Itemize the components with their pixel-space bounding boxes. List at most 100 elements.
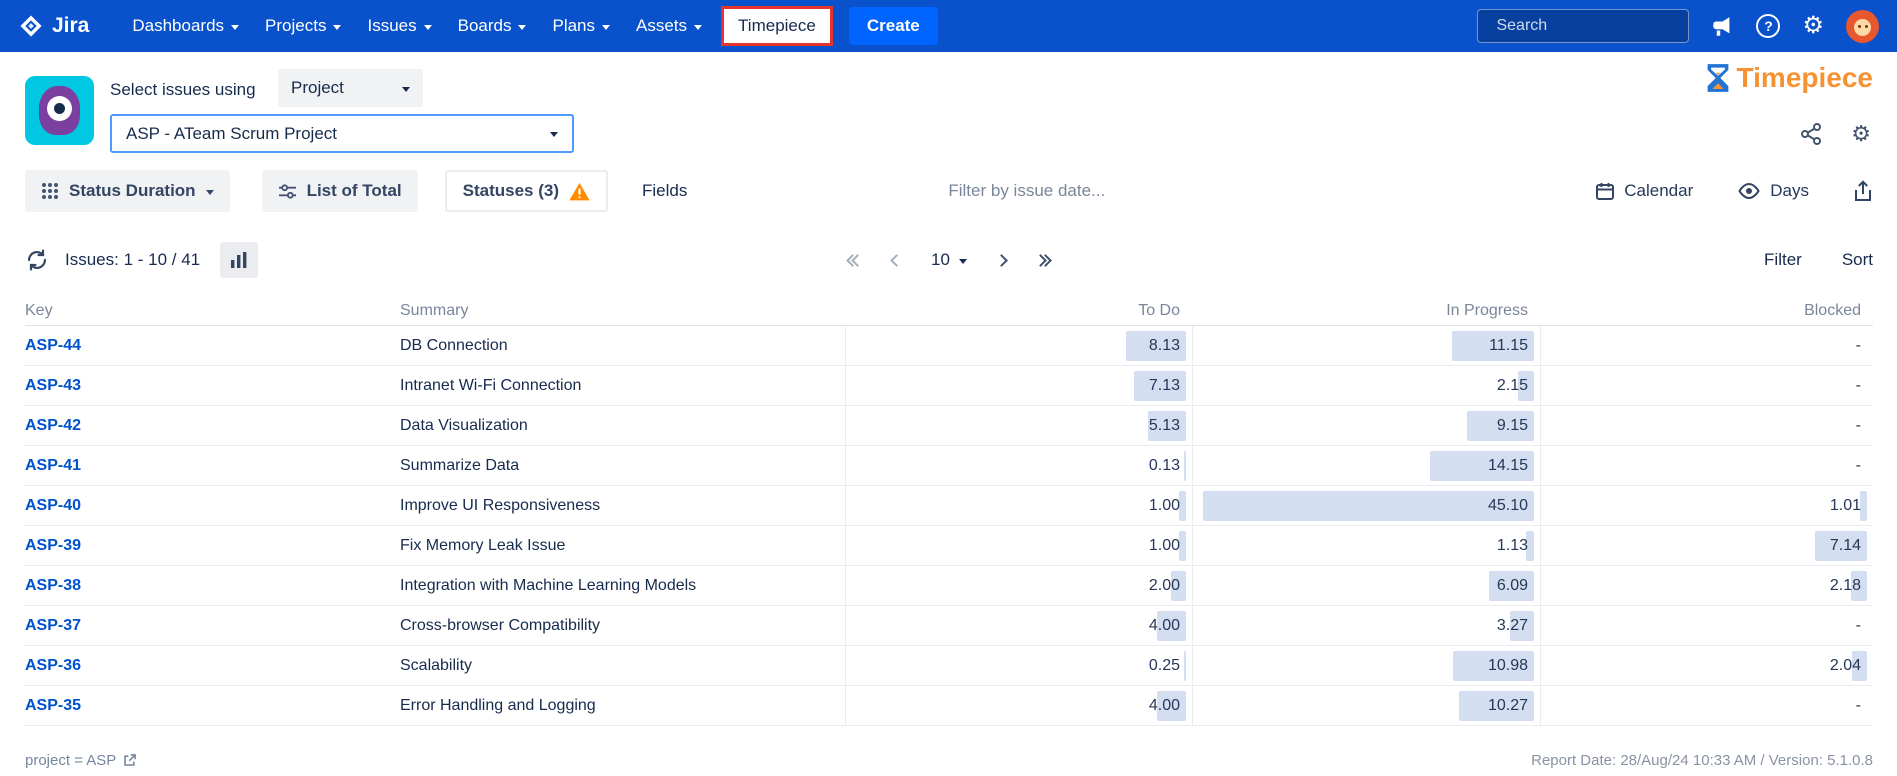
announcement-icon[interactable] <box>1711 15 1734 38</box>
duration-value: 7.14 <box>1830 537 1861 555</box>
calendar-icon <box>1595 181 1615 201</box>
jira-logo[interactable]: Jira <box>18 13 89 39</box>
nav-item-assets[interactable]: Assets <box>623 0 715 52</box>
duration-value: 1.00 <box>1149 497 1180 515</box>
table-row: ASP-38 Integration with Machine Learning… <box>25 566 1873 606</box>
issue-key-link[interactable]: ASP-40 <box>25 497 400 515</box>
blocked-duration-cell: - <box>1540 446 1873 485</box>
external-link-icon <box>122 753 137 768</box>
previous-page-button[interactable] <box>892 256 901 265</box>
issue-key-link[interactable]: ASP-39 <box>25 537 400 555</box>
first-page-button[interactable] <box>848 256 862 265</box>
issue-key-link[interactable]: ASP-43 <box>25 377 400 395</box>
help-icon[interactable]: ? <box>1756 14 1780 38</box>
duration-value: 5.13 <box>1149 417 1180 435</box>
global-search[interactable] <box>1477 9 1689 43</box>
statuses-button[interactable]: Statuses (3) <box>445 170 608 212</box>
table-row: ASP-44 DB Connection 8.13 11.15 - <box>25 326 1873 366</box>
settings-gear-icon[interactable]: ⚙ <box>1802 14 1824 38</box>
duration-value: 4.00 <box>1149 697 1180 715</box>
page-size-value: 10 <box>931 250 950 270</box>
in-progress-duration-cell: 11.15 <box>1192 326 1540 365</box>
search-input[interactable] <box>1496 17 1703 35</box>
blocked-duration-cell: - <box>1540 606 1873 645</box>
issue-key-link[interactable]: ASP-42 <box>25 417 400 435</box>
days-toggle-button[interactable]: Days <box>1737 181 1809 201</box>
duration-value: 10.98 <box>1488 657 1528 675</box>
todo-duration-cell: 1.00 <box>845 526 1192 565</box>
user-avatar[interactable] <box>1846 10 1879 43</box>
calendar-button[interactable]: Calendar <box>1595 181 1693 201</box>
duration-value: 9.15 <box>1497 417 1528 435</box>
issue-key-link[interactable]: ASP-36 <box>25 657 400 675</box>
duration-value: 1.01 <box>1830 497 1861 515</box>
duration-bar <box>1179 491 1186 521</box>
nav-item-plans[interactable]: Plans <box>539 0 623 52</box>
report-date-version: Report Date: 28/Aug/24 10:33 AM / Versio… <box>1531 752 1873 769</box>
issue-key-link[interactable]: ASP-44 <box>25 337 400 355</box>
pagination-row: Issues: 1 - 10 / 41 10 Filter Sort <box>25 240 1873 280</box>
share-icon[interactable] <box>1799 122 1823 146</box>
timepiece-logo: Timepiece <box>1704 62 1873 94</box>
chevron-down-icon <box>602 25 610 30</box>
issue-key-link[interactable]: ASP-37 <box>25 617 400 635</box>
duration-bar <box>1179 531 1186 561</box>
duration-value: 14.15 <box>1488 457 1528 475</box>
duration-value: 1.13 <box>1497 537 1528 555</box>
export-button[interactable] <box>1853 180 1873 202</box>
todo-duration-cell: 8.13 <box>845 326 1192 365</box>
in-progress-duration-cell: 45.10 <box>1192 486 1540 525</box>
todo-duration-cell: 5.13 <box>845 406 1192 445</box>
issue-key-link[interactable]: ASP-41 <box>25 457 400 475</box>
nav-item-issues[interactable]: Issues <box>354 0 444 52</box>
issue-summary: Cross-browser Compatibility <box>400 617 845 635</box>
list-of-total-button[interactable]: List of Total <box>262 170 418 212</box>
list-of-total-label: List of Total <box>307 181 402 201</box>
todo-duration-cell: 0.25 <box>845 646 1192 685</box>
issue-key-link[interactable]: ASP-35 <box>25 697 400 715</box>
duration-value: - <box>1856 697 1861 715</box>
fields-button[interactable]: Fields <box>626 170 703 212</box>
project-select[interactable]: ASP - ATeam Scrum Project <box>110 114 574 153</box>
eye-icon <box>1737 183 1761 199</box>
mode-select-value: Project <box>291 78 344 98</box>
create-button[interactable]: Create <box>849 7 938 45</box>
nav-item-timepiece-highlighted[interactable]: Timepiece <box>721 6 833 46</box>
refresh-icon[interactable] <box>25 248 49 272</box>
duration-value: 1.00 <box>1149 537 1180 555</box>
filter-button[interactable]: Filter <box>1764 250 1802 270</box>
nav-item-projects[interactable]: Projects <box>252 0 354 52</box>
duration-bar <box>1860 491 1867 521</box>
issue-source-mode-select[interactable]: Project <box>278 69 423 107</box>
issue-date-filter[interactable]: Filter by issue date... <box>948 181 1105 201</box>
duration-value: 7.13 <box>1149 377 1180 395</box>
report-type-button[interactable]: Status Duration <box>25 170 230 212</box>
next-page-button[interactable] <box>997 256 1006 265</box>
issue-summary: Integration with Machine Learning Models <box>400 577 845 595</box>
report-settings-gear-icon[interactable]: ⚙ <box>1851 123 1871 145</box>
table-row: ASP-42 Data Visualization 5.13 9.15 - <box>25 406 1873 446</box>
nav-item-boards[interactable]: Boards <box>445 0 540 52</box>
todo-duration-cell: 1.00 <box>845 486 1192 525</box>
header-action-icons: ⚙ <box>1799 122 1871 146</box>
page-size-select[interactable]: 10 <box>931 250 967 270</box>
chevron-down-icon <box>518 25 526 30</box>
table-row: ASP-37 Cross-browser Compatibility 4.00 … <box>25 606 1873 646</box>
jql-filter-link[interactable]: project = ASP <box>25 752 137 769</box>
column-header-summary: Summary <box>400 302 845 320</box>
jira-logo-icon <box>18 13 44 39</box>
days-label: Days <box>1770 181 1809 201</box>
nav-item-dashboards[interactable]: Dashboards <box>119 0 252 52</box>
status-duration-table: Key Summary To Do In Progress Blocked AS… <box>25 296 1873 726</box>
chart-view-button[interactable] <box>220 242 258 278</box>
last-page-button[interactable] <box>1036 256 1050 265</box>
todo-duration-cell: 2.00 <box>845 566 1192 605</box>
select-issues-label: Select issues using <box>110 80 256 100</box>
blocked-duration-cell: - <box>1540 686 1873 725</box>
chevron-down-icon <box>694 25 702 30</box>
issue-key-link[interactable]: ASP-38 <box>25 577 400 595</box>
pager-controls: 10 <box>848 250 1050 270</box>
project-select-value: ASP - ATeam Scrum Project <box>126 124 337 144</box>
table-row: ASP-36 Scalability 0.25 10.98 2.04 <box>25 646 1873 686</box>
sort-button[interactable]: Sort <box>1842 250 1873 270</box>
